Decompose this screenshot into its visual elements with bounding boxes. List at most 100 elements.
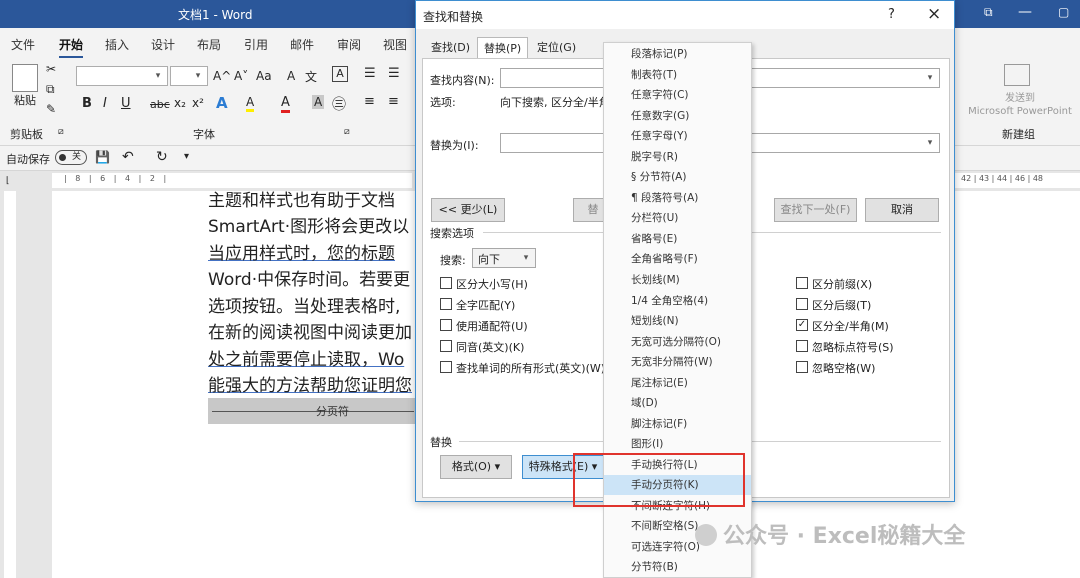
- highlight-button[interactable]: A: [246, 95, 255, 112]
- tab-references[interactable]: 引用: [244, 36, 268, 53]
- menu-item[interactable]: 任意字母(Y): [604, 126, 751, 146]
- font-name-select[interactable]: ▾: [76, 66, 168, 86]
- close-button[interactable]: ×: [927, 4, 941, 24]
- char-shading-button[interactable]: A: [312, 95, 325, 109]
- customize-qat-icon[interactable]: ▾: [184, 151, 189, 162]
- tab-layout[interactable]: 布局: [197, 36, 221, 53]
- menu-item[interactable]: 分栏符(U): [604, 208, 751, 228]
- numbering-icon[interactable]: ☰: [388, 66, 400, 81]
- clear-format-button[interactable]: A: [287, 69, 295, 83]
- autosave-toggle[interactable]: 关: [55, 150, 87, 165]
- menu-item[interactable]: 图形(I): [604, 434, 751, 454]
- menu-item[interactable]: 全角省略号(F): [604, 249, 751, 269]
- match-suffix-checkbox[interactable]: [796, 298, 808, 310]
- match-case-label[interactable]: 区分大小写(H): [456, 276, 528, 292]
- superscript-button[interactable]: x²: [192, 96, 204, 110]
- sounds-like-checkbox[interactable]: [440, 340, 452, 352]
- doc-line-5[interactable]: 选项按钮。当处理表格时,: [208, 292, 400, 317]
- font-launcher-icon[interactable]: ⧄: [344, 127, 350, 137]
- ignore-space-label[interactable]: 忽略空格(W): [812, 360, 875, 376]
- bullets-icon[interactable]: ☰: [364, 66, 376, 81]
- match-prefix-label[interactable]: 区分前缀(X): [812, 276, 872, 292]
- tab-design[interactable]: 设计: [151, 36, 175, 53]
- align-left-icon[interactable]: ≡: [364, 94, 375, 109]
- wildcards-checkbox[interactable]: [440, 319, 452, 331]
- menu-item[interactable]: 省略号(E): [604, 229, 751, 249]
- menu-item[interactable]: 尾注标记(E): [604, 373, 751, 393]
- menu-item[interactable]: 制表符(T): [604, 65, 751, 85]
- format-button[interactable]: 格式(O) ▾: [440, 455, 512, 479]
- subscript-button[interactable]: x₂: [174, 96, 186, 110]
- vertical-ruler[interactable]: [0, 191, 20, 578]
- font-color-button[interactable]: A: [281, 95, 290, 113]
- help-button[interactable]: ?: [888, 7, 895, 22]
- undo-icon[interactable]: ↶: [122, 149, 134, 165]
- ignore-punct-checkbox[interactable]: [796, 340, 808, 352]
- format-painter-icon[interactable]: ✎: [46, 102, 56, 116]
- dialog-title-bar[interactable]: 查找和替换 ? ×: [416, 1, 954, 29]
- cut-icon[interactable]: ✂: [46, 62, 56, 76]
- chevron-down-icon[interactable]: ▾: [922, 70, 938, 86]
- window-icon[interactable]: ▢: [1058, 5, 1069, 19]
- tab-goto[interactable]: 定位(G): [531, 37, 582, 59]
- menu-item[interactable]: 无宽非分隔符(W): [604, 352, 751, 372]
- tab-insert[interactable]: 插入: [105, 36, 129, 53]
- doc-line-4[interactable]: Word·中保存时间。若要更: [208, 265, 410, 290]
- send-to-ppt-button[interactable]: 发送到 Microsoft PowerPoint: [965, 92, 1075, 118]
- tab-home[interactable]: 开始: [59, 36, 84, 59]
- menu-item[interactable]: 脱字号(R): [604, 147, 751, 167]
- doc-line-2[interactable]: SmartArt·图形将会更改以: [208, 212, 409, 237]
- ignore-punct-label[interactable]: 忽略标点符号(S): [812, 339, 894, 355]
- match-width-checkbox[interactable]: ✓: [796, 319, 808, 331]
- copy-icon[interactable]: ⧉: [46, 82, 55, 97]
- match-case-checkbox[interactable]: [440, 277, 452, 289]
- find-next-button[interactable]: 查找下一处(F): [774, 198, 857, 222]
- menu-item[interactable]: 无宽可选分隔符(O): [604, 332, 751, 352]
- word-forms-label[interactable]: 查找单词的所有形式(英文)(W): [456, 360, 605, 376]
- save-icon[interactable]: 💾: [95, 150, 110, 164]
- clipboard-launcher-icon[interactable]: ⧄: [58, 127, 64, 137]
- tab-view[interactable]: 视图: [383, 36, 407, 53]
- italic-button[interactable]: I: [103, 96, 107, 111]
- match-prefix-checkbox[interactable]: [796, 277, 808, 289]
- char-border-icon[interactable]: A: [332, 66, 348, 82]
- tab-find[interactable]: 查找(D): [425, 37, 476, 59]
- bold-button[interactable]: B: [82, 96, 92, 111]
- doc-line-8[interactable]: 能强大的方法帮助您证明您: [208, 371, 412, 396]
- menu-item[interactable]: 域(D): [604, 393, 751, 413]
- paste-label[interactable]: 粘贴: [14, 92, 36, 108]
- match-suffix-label[interactable]: 区分后缀(T): [812, 297, 871, 313]
- paste-icon[interactable]: [12, 64, 38, 92]
- doc-line-6[interactable]: 在新的阅读视图中阅读更加: [208, 318, 412, 343]
- match-width-label[interactable]: 区分全/半角(M): [812, 318, 889, 334]
- text-effects-button[interactable]: A: [216, 94, 228, 112]
- word-forms-checkbox[interactable]: [440, 361, 452, 373]
- doc-line-1[interactable]: 主题和样式也有助于文档: [208, 186, 395, 211]
- cancel-button[interactable]: 取消: [865, 198, 939, 222]
- doc-line-3[interactable]: 当应用样式时，您的标题: [208, 239, 395, 264]
- menu-item[interactable]: 分节符(B): [604, 557, 751, 577]
- phonetic-guide-icon[interactable]: 文: [305, 68, 317, 85]
- menu-item[interactable]: 短划线(N): [604, 311, 751, 331]
- search-direction-select[interactable]: 向下 ▾: [472, 248, 536, 268]
- menu-item[interactable]: ¶ 段落符号(A): [604, 188, 751, 208]
- minimize-icon[interactable]: —: [1018, 4, 1032, 20]
- chevron-down-icon[interactable]: ▾: [922, 135, 938, 151]
- tab-mailings[interactable]: 邮件: [290, 36, 314, 53]
- grow-font-button[interactable]: A^: [213, 69, 231, 83]
- ignore-space-checkbox[interactable]: [796, 361, 808, 373]
- tab-selector-icon[interactable]: ⌊: [6, 176, 10, 186]
- menu-item[interactable]: 任意数字(G): [604, 106, 751, 126]
- menu-item[interactable]: 任意字符(C): [604, 85, 751, 105]
- menu-item[interactable]: 段落标记(P): [604, 44, 751, 64]
- redo-icon[interactable]: ↻: [156, 149, 168, 165]
- tab-file[interactable]: 文件: [11, 36, 35, 53]
- align-center-icon[interactable]: ≡: [388, 94, 399, 109]
- menu-item[interactable]: 1/4 全角空格(4): [604, 291, 751, 311]
- menu-item[interactable]: 脚注标记(F): [604, 414, 751, 434]
- font-size-select[interactable]: ▾: [170, 66, 208, 86]
- menu-item[interactable]: 长划线(M): [604, 270, 751, 290]
- doc-line-7[interactable]: 处之前需要停止读取，Wo: [208, 345, 404, 370]
- sounds-like-label[interactable]: 同音(英文)(K): [456, 339, 524, 355]
- shrink-font-button[interactable]: A˅: [234, 69, 248, 83]
